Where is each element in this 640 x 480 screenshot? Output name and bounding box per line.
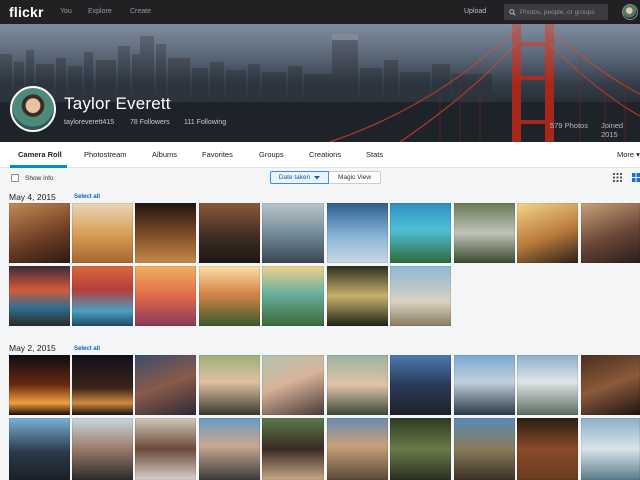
tab-albums[interactable]: Albums — [152, 150, 177, 159]
profile-photo-count: 579 Photos — [550, 121, 588, 130]
magic-view-button[interactable]: Magic View — [329, 171, 381, 184]
photo-thumbnail[interactable] — [9, 418, 70, 480]
nav-you[interactable]: You — [60, 8, 72, 15]
photo-thumbnail[interactable] — [517, 418, 578, 480]
tab-creations[interactable]: Creations — [309, 150, 341, 159]
cover-fog — [0, 24, 640, 84]
photo-thumbnail[interactable] — [454, 418, 515, 480]
section-date-may-4: May 4, 2015 — [9, 192, 56, 202]
photo-thumbnail[interactable] — [199, 203, 260, 263]
photo-thumbnail[interactable] — [327, 355, 388, 415]
tab-favorites[interactable]: Favorites — [202, 150, 233, 159]
profile-tabs: Camera Roll Photostream Albums Favorites… — [0, 142, 640, 168]
photo-thumbnail[interactable] — [390, 355, 451, 415]
profile-joined: Joined 2015 — [601, 121, 624, 139]
photo-thumbnail[interactable] — [454, 203, 515, 263]
tab-camera-roll[interactable]: Camera Roll — [18, 150, 62, 159]
show-info-checkbox[interactable] — [11, 174, 19, 182]
photo-thumbnail[interactable] — [199, 418, 260, 480]
tab-more[interactable]: More ▾ — [617, 150, 640, 159]
tab-groups[interactable]: Groups — [259, 150, 284, 159]
photo-thumbnail[interactable] — [327, 203, 388, 263]
section-date-may-2: May 2, 2015 — [9, 343, 56, 353]
photo-thumbnail[interactable] — [390, 266, 451, 326]
photo-thumbnail[interactable] — [390, 418, 451, 480]
photo-thumbnail[interactable] — [9, 355, 70, 415]
nav-upload[interactable]: Upload — [464, 8, 486, 15]
tab-photostream[interactable]: Photostream — [84, 150, 127, 159]
photo-thumbnail[interactable] — [581, 418, 640, 480]
photo-thumbnail[interactable] — [72, 418, 133, 480]
select-all-may-2[interactable]: Select all — [74, 346, 100, 352]
tab-stats[interactable]: Stats — [366, 150, 383, 159]
photo-thumbnail[interactable] — [262, 203, 324, 263]
select-all-may-4[interactable]: Select all — [74, 194, 100, 200]
camera-roll-toolbar: Show info Date taken Magic View — [0, 168, 640, 190]
photo-thumbnail[interactable] — [135, 355, 196, 415]
nav-explore[interactable]: Explore — [88, 8, 112, 15]
search-input[interactable] — [520, 8, 606, 16]
photo-thumbnail[interactable] — [262, 418, 324, 480]
photo-thumbnail[interactable] — [581, 203, 640, 263]
photo-thumbnail[interactable] — [135, 266, 196, 326]
photo-thumbnail[interactable] — [390, 203, 451, 263]
profile-followers[interactable]: 78 Followers — [130, 119, 170, 126]
grid-small-icon[interactable] — [613, 173, 622, 182]
photo-thumbnail[interactable] — [199, 355, 260, 415]
photo-thumbnail[interactable] — [135, 203, 196, 263]
profile-name: Taylor Everett — [64, 94, 171, 113]
grid-large-icon[interactable] — [632, 173, 640, 182]
nav-create[interactable]: Create — [130, 8, 151, 15]
date-taken-label: Date taken — [278, 174, 311, 181]
photo-thumbnail[interactable] — [262, 355, 324, 415]
flickr-logo[interactable]: flickr — [9, 4, 44, 20]
photo-thumbnail[interactable] — [72, 355, 133, 415]
photo-thumbnail[interactable] — [9, 203, 70, 263]
show-info-label: Show info — [25, 175, 54, 182]
photo-thumbnail[interactable] — [517, 355, 578, 415]
profile-following[interactable]: 111 Following — [184, 119, 226, 126]
photo-thumbnail[interactable] — [454, 355, 515, 415]
photo-thumbnail[interactable] — [199, 266, 260, 326]
date-taken-button[interactable]: Date taken — [270, 171, 329, 184]
photo-thumbnail[interactable] — [327, 266, 388, 326]
user-avatar-menu[interactable] — [622, 4, 638, 20]
search-box[interactable] — [504, 4, 608, 20]
flickr-app: flickr You Explore Create Upload Photos,… — [0, 0, 640, 480]
magic-view-label: Magic View — [337, 174, 372, 181]
photo-thumbnail[interactable] — [581, 355, 640, 415]
profile-username[interactable]: tayloreverett415 — [64, 119, 114, 126]
top-nav: flickr You Explore Create Upload — [0, 0, 640, 24]
photo-thumbnail[interactable] — [135, 418, 196, 480]
photo-thumbnail[interactable] — [9, 266, 70, 326]
profile-avatar[interactable] — [10, 86, 56, 132]
photo-thumbnail[interactable] — [517, 203, 578, 263]
photo-thumbnail[interactable] — [72, 203, 133, 263]
photo-thumbnail[interactable] — [262, 266, 324, 326]
photo-thumbnail[interactable] — [72, 266, 133, 326]
search-icon — [509, 8, 516, 16]
photo-thumbnail[interactable] — [327, 418, 388, 480]
chevron-down-icon — [314, 175, 321, 179]
